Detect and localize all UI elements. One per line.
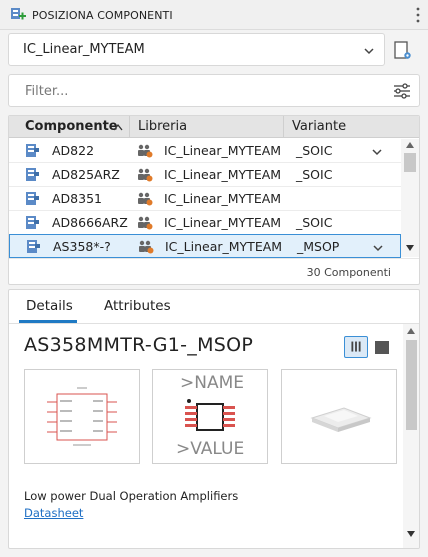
component-icon	[26, 168, 39, 181]
library-icon	[138, 216, 153, 230]
scrollbar-thumb[interactable]	[404, 153, 416, 172]
library-settings-icon[interactable]	[392, 40, 414, 62]
sort-up-icon	[113, 123, 123, 131]
table-row[interactable]: AD822 IC_Linear_MYTEAM _SOIC	[9, 139, 401, 163]
library-name: IC_Linear_MYTEAM	[164, 191, 282, 206]
table-footer: 30 Componenti	[9, 258, 419, 284]
part-description: Low power Dual Operation Amplifiers	[24, 489, 239, 503]
grid-view-button[interactable]	[344, 336, 368, 358]
filter-placeholder: Filter...	[25, 84, 69, 99]
table-row-selected[interactable]: AS358*-? IC_Linear_MYTEAM _MSOP	[9, 234, 401, 258]
tab-details[interactable]: Details	[26, 298, 73, 314]
filter-sliders-icon[interactable]	[393, 82, 411, 100]
scroll-up-icon[interactable]	[407, 328, 415, 334]
column-header-variante[interactable]: Variante	[283, 116, 393, 138]
footprint-value-label: >VALUE	[176, 439, 245, 459]
single-view-icon[interactable]	[375, 341, 389, 354]
3d-package-icon	[310, 407, 372, 432]
add-component-icon	[11, 8, 26, 20]
component-icon	[26, 144, 39, 157]
variant-name: _SOIC	[296, 215, 333, 230]
table-row[interactable]: AD825ARZ IC_Linear_MYTEAM _SOIC	[9, 163, 401, 187]
3d-model-preview[interactable]	[281, 369, 397, 464]
library-icon	[138, 192, 153, 206]
library-dropdown-value: IC_Linear_MYTEAM	[23, 42, 145, 57]
details-tabs: Details Attributes	[9, 290, 419, 324]
library-dropdown[interactable]: IC_Linear_MYTEAM	[8, 33, 385, 66]
filter-input[interactable]: Filter...	[8, 74, 420, 107]
library-name: IC_Linear_MYTEAM	[165, 239, 283, 254]
symbol-preview[interactable]	[24, 369, 140, 464]
variant-name: _MSOP	[297, 239, 340, 254]
variant-name: _SOIC	[296, 143, 333, 158]
scroll-down-icon[interactable]	[406, 245, 414, 251]
library-name: IC_Linear_MYTEAM	[164, 167, 282, 182]
scroll-up-icon[interactable]	[406, 142, 414, 148]
component-name: AD822	[52, 143, 95, 158]
datasheet-link[interactable]: Datasheet	[24, 506, 83, 520]
footprint-preview[interactable]: >NAME >VALUE	[152, 369, 268, 464]
component-count: 30 Componenti	[306, 266, 391, 279]
component-name: AS358*-?	[53, 239, 111, 254]
component-name: AD825ARZ	[52, 167, 120, 182]
component-icon	[27, 240, 40, 253]
scrollbar-thumb[interactable]	[406, 340, 417, 430]
table-row[interactable]: AD8351 IC_Linear_MYTEAM	[9, 187, 401, 211]
grid-view-icon	[351, 341, 361, 352]
variant-name: _SOIC	[296, 167, 333, 182]
component-icon	[26, 192, 39, 205]
library-icon	[139, 240, 154, 254]
table-row[interactable]: AD8666ARZ IC_Linear_MYTEAM _SOIC	[9, 211, 401, 235]
table-scrollbar[interactable]	[401, 139, 419, 257]
chevron-down-icon	[364, 48, 374, 55]
column-header-libreria[interactable]: Libreria	[129, 116, 285, 138]
details-scrollbar[interactable]	[403, 324, 419, 548]
components-table: Componente Libreria Variante AD822 IC_Li…	[8, 115, 420, 285]
table-header: Componente Libreria Variante	[9, 116, 419, 138]
library-icon	[138, 144, 153, 158]
tab-attributes[interactable]: Attributes	[104, 298, 171, 314]
scroll-down-icon[interactable]	[407, 531, 415, 537]
chevron-down-icon[interactable]	[372, 242, 384, 254]
panel-title: POSIZIONA COMPONENTI	[32, 9, 173, 22]
part-name: AS358MMTR-G1-_MSOP	[24, 334, 254, 356]
schematic-symbol-icon	[47, 387, 117, 446]
library-name: IC_Linear_MYTEAM	[164, 215, 282, 230]
component-icon	[26, 216, 39, 229]
details-panel: Details Attributes AS358MMTR-G1-_MSOP >N…	[8, 289, 420, 549]
library-icon	[138, 168, 153, 182]
library-name: IC_Linear_MYTEAM	[164, 143, 282, 158]
component-name: AD8351	[52, 191, 102, 206]
chevron-down-icon[interactable]	[371, 146, 383, 158]
column-header-componente[interactable]: Componente	[17, 116, 135, 138]
panel-titlebar: POSIZIONA COMPONENTI	[0, 0, 428, 30]
active-tab-indicator	[19, 320, 77, 323]
component-name: AD8666ARZ	[52, 215, 128, 230]
more-vertical-icon[interactable]	[414, 6, 422, 24]
